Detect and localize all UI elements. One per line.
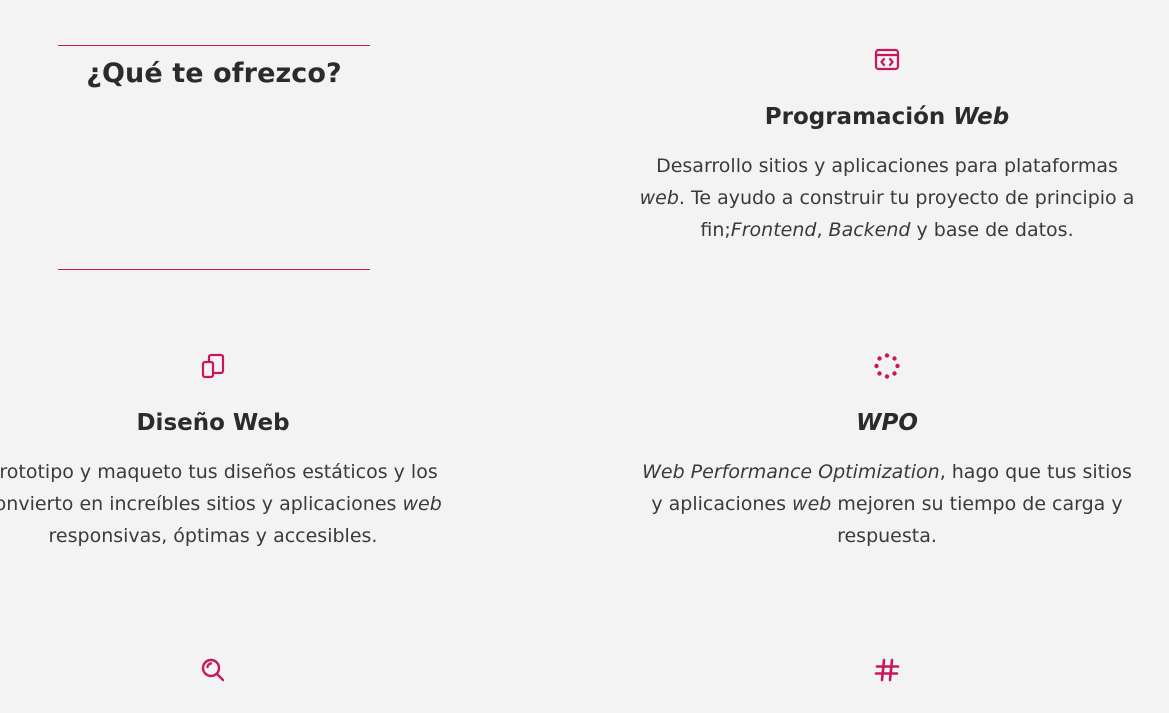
service-title-emphasis: WPO: [856, 410, 918, 436]
description-text: mejoren su tiempo de carga y respuesta.: [831, 493, 1123, 547]
search-magnifier-icon: [199, 656, 227, 684]
description-text: y base de datos.: [910, 219, 1074, 241]
service-card-diseno-web: Diseño Web Prototipo y maqueto tus diseñ…: [0, 352, 464, 552]
code-window-icon: [873, 46, 901, 74]
service-title: Programación Web: [636, 102, 1138, 132]
section-intro: ¿Qué te ofrezco?: [58, 45, 370, 270]
description-text: Prototipo y maqueto tus diseños estático…: [0, 461, 438, 515]
service-title-emphasis: Web: [953, 104, 1010, 130]
loading-dots-icon: [873, 352, 901, 380]
description-text: ,: [816, 219, 829, 241]
service-description: Prototipo y maqueto tus diseños estático…: [0, 456, 464, 552]
hashtag-icon: [873, 656, 901, 684]
service-card-programacion-web: Programación Web Desarrollo sitios y apl…: [636, 46, 1138, 246]
description-emphasis: web: [402, 493, 442, 515]
services-page: ¿Qué te ofrezco? Programación Web Desarr…: [0, 0, 1169, 713]
service-card-hashtag: [636, 656, 1138, 684]
description-text: Desarrollo sitios y aplicaciones para pl…: [656, 155, 1118, 177]
service-title: WPO: [636, 408, 1138, 438]
service-description: Web Performance Optimization, hago que t…: [636, 456, 1138, 552]
service-card-wpo: WPO Web Performance Optimization, hago q…: [636, 352, 1138, 552]
description-emphasis: web: [792, 493, 832, 515]
service-title: Diseño Web: [136, 410, 290, 436]
service-card-seo: [0, 656, 464, 684]
service-description: Desarrollo sitios y aplicaciones para pl…: [636, 150, 1138, 246]
section-title: ¿Qué te ofrezco?: [86, 58, 342, 89]
service-title-text: Programación: [764, 104, 954, 130]
description-emphasis: Backend: [828, 219, 911, 241]
responsive-devices-icon: [199, 352, 227, 380]
description-emphasis: Frontend: [730, 219, 817, 241]
description-text: responsivas, óptimas y accesibles.: [48, 525, 378, 547]
description-emphasis: Web Performance Optimization: [642, 461, 940, 483]
description-emphasis: web: [639, 187, 679, 209]
